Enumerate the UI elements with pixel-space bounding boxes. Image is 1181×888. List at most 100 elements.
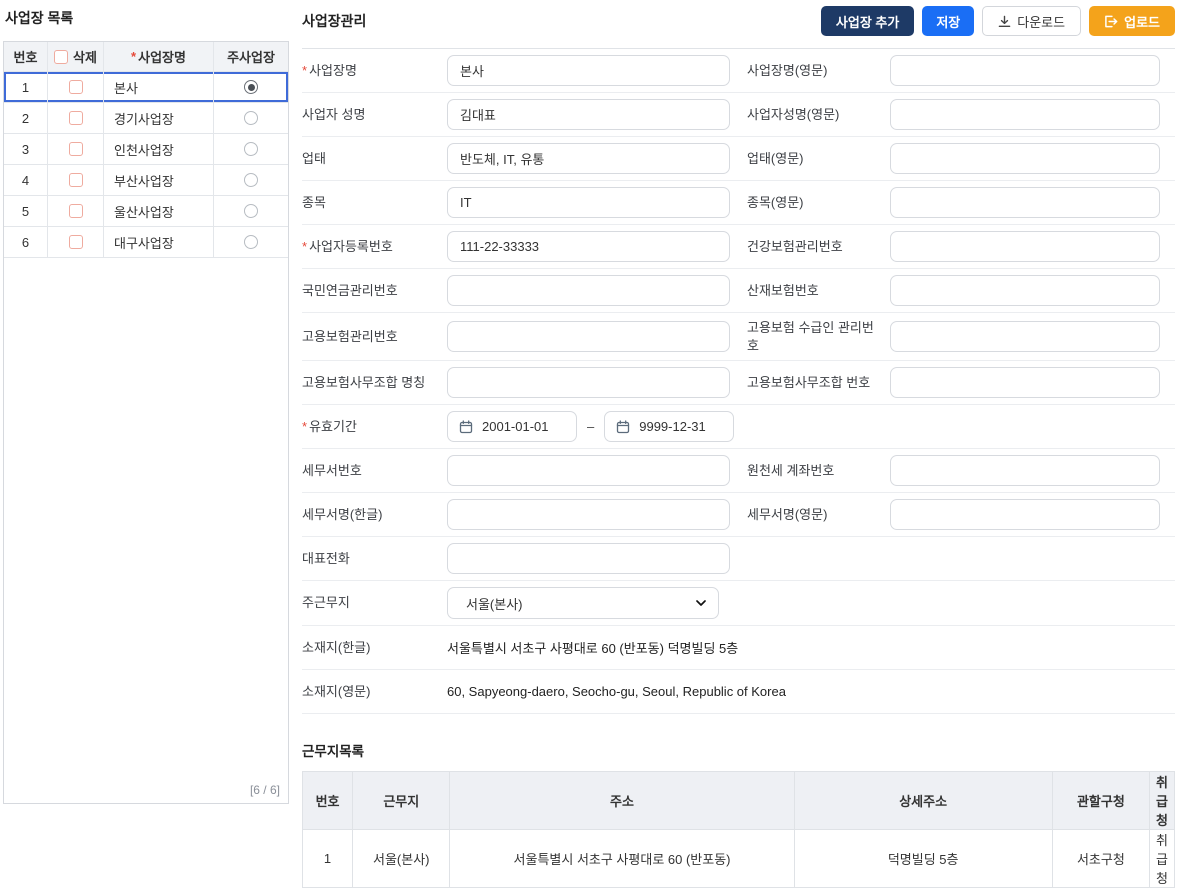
site-form: *사업장명 사업장명(영문) 사업자 성명 사업자성명(영문) 업태 업태(영문… xyxy=(302,48,1175,715)
field-label: * 유효기간 xyxy=(302,418,447,436)
business-type-input[interactable] xyxy=(447,143,730,174)
row-no: 2 xyxy=(4,103,48,133)
site-list-row[interactable]: 1 본사 xyxy=(4,72,288,103)
label-text: 세무서명(영문) xyxy=(747,506,828,522)
label-text: 소재지(한글) xyxy=(302,639,371,655)
field-label: 사업자 성명 xyxy=(302,106,447,124)
delete-checkbox[interactable] xyxy=(68,204,83,218)
employment-insurance-office-name-input[interactable] xyxy=(447,367,730,399)
upload-button-label: 업로드 xyxy=(1124,14,1160,30)
label-text: 업태 xyxy=(302,150,326,166)
employment-insurance-office-no-input[interactable] xyxy=(890,367,1160,399)
site-name-cell: 울산사업장 xyxy=(104,196,214,226)
label-text: 업태(영문) xyxy=(747,150,804,166)
add-site-button-label: 사업장 추가 xyxy=(835,14,900,30)
form-row: 대표전화 xyxy=(302,537,1175,582)
row-no: 3 xyxy=(4,134,48,164)
field-label: 건강보험관리번호 xyxy=(747,238,890,256)
site-list-box: 번호 삭제 * 사업장명 주사업장 1 본사 2 경기사업장 3 인천사업장 4… xyxy=(3,41,289,804)
workplace-row[interactable]: 1 서울(본사) 서울특별시 서초구 사평대로 60 (반포동) 덕명빌딩 5층… xyxy=(301,829,1175,888)
row-no: 6 xyxy=(4,227,48,257)
field-label: 고용보험사무조합 번호 xyxy=(747,374,890,392)
cell-handling-agency: 취급청 xyxy=(1149,829,1175,888)
tax-office-name-kr-input[interactable] xyxy=(447,499,730,531)
main-header: 사업장관리 사업장 추가 저장 다운로드 업로드 xyxy=(302,4,1175,38)
site-list-panel: 사업장 목록 번호 삭제 * 사업장명 주사업장 1 본사 2 경기사업장 3 … xyxy=(0,0,289,834)
main-site-radio[interactable] xyxy=(244,111,258,125)
tax-office-no-input[interactable] xyxy=(447,455,730,487)
main-site-radio[interactable] xyxy=(244,80,258,94)
main-site-radio[interactable] xyxy=(244,142,258,156)
field-label: 종목 xyxy=(302,194,447,212)
site-list-row[interactable]: 5 울산사업장 xyxy=(4,196,288,227)
employment-insurance-recipient-no-input[interactable] xyxy=(890,321,1160,353)
business-reg-no-input[interactable] xyxy=(447,231,730,262)
business-item-en-input[interactable] xyxy=(890,187,1160,218)
label-text: 세무서명(한글) xyxy=(302,506,383,522)
form-row: 세무서번호 원천세 계좌번호 xyxy=(302,449,1175,494)
label-text: 사업자 성명 xyxy=(302,106,366,122)
owner-name-en-input[interactable] xyxy=(890,99,1160,130)
site-name-input[interactable] xyxy=(447,55,730,86)
cell-no: 1 xyxy=(301,829,354,888)
main-workplace-select[interactable]: 서울(본사) xyxy=(447,587,719,620)
label-text: 소재지(영문) xyxy=(302,683,371,699)
owner-name-input[interactable] xyxy=(447,99,730,130)
toolbar: 사업장 추가 저장 다운로드 업로드 xyxy=(820,6,1175,36)
delete-checkbox[interactable] xyxy=(68,111,83,125)
calendar-icon xyxy=(459,419,473,433)
label-text: 사업자성명(영문) xyxy=(747,106,840,122)
accident-insurance-no-input[interactable] xyxy=(890,275,1160,306)
workplace-header-row: 번호 근무지 주소 상세주소 관할구청 취급청 xyxy=(301,771,1175,831)
site-list-title: 사업장 목록 xyxy=(5,10,74,26)
main-phone-input[interactable] xyxy=(447,543,730,575)
field-label: 세무서명(한글) xyxy=(302,506,447,524)
site-name-cell: 부산사업장 xyxy=(104,165,214,195)
site-list-row[interactable]: 2 경기사업장 xyxy=(4,103,288,134)
field-label: 고용보험사무조합 명칭 xyxy=(302,374,447,392)
label-text: 종목 xyxy=(302,194,326,210)
business-type-en-input[interactable] xyxy=(890,143,1160,174)
select-all-checkbox[interactable] xyxy=(54,49,69,64)
label-text: 건강보험관리번호 xyxy=(747,238,843,254)
main-site-radio[interactable] xyxy=(244,173,258,187)
upload-button[interactable]: 업로드 xyxy=(1089,6,1175,36)
valid-start-date-field[interactable]: 2001-01-01 xyxy=(447,411,577,443)
main-site-radio[interactable] xyxy=(244,204,258,218)
label-text: 세무서번호 xyxy=(302,462,362,478)
field-label: 고용보험관리번호 xyxy=(302,328,447,346)
delete-checkbox[interactable] xyxy=(68,173,83,187)
field-label: 원천세 계좌번호 xyxy=(747,462,890,480)
chevron-down-icon xyxy=(696,599,706,606)
workplace-section: 근무지목록 번호 근무지 주소 상세주소 관할구청 취급청 1 서울(본사) 서… xyxy=(301,740,1175,888)
delete-header-label: 삭제 xyxy=(73,50,97,65)
site-manage-panel: 사업장관리 사업장 추가 저장 다운로드 업로드 * 사업장명 본사 사업장명(… xyxy=(289,0,1181,888)
label-text: 사업자등록번호 xyxy=(309,238,393,254)
end-date-value: 9999-12-31 xyxy=(639,419,706,435)
site-name-cell: 인천사업장 xyxy=(104,134,214,164)
valid-end-date-field[interactable]: 9999-12-31 xyxy=(604,411,735,443)
form-row: 국민연금관리번호 산재보험번호 xyxy=(302,269,1175,313)
health-insurance-no-input[interactable] xyxy=(890,231,1160,262)
tax-office-name-en-input[interactable] xyxy=(890,499,1160,531)
pension-no-input[interactable] xyxy=(447,275,730,306)
form-row: 소재지(한글) 서울특별시 서초구 사평대로 60 (반포동) 덕명빌딩 5층 xyxy=(302,626,1175,671)
main-site-radio[interactable] xyxy=(244,235,258,249)
field-label: 사업자성명(영문) xyxy=(747,106,890,124)
site-list-row[interactable]: 4 부산사업장 xyxy=(4,165,288,196)
site-name-en-input[interactable] xyxy=(890,55,1160,86)
field-label: * 사업장명 xyxy=(302,62,447,80)
site-list-row[interactable]: 3 인천사업장 xyxy=(4,134,288,165)
site-list-row[interactable]: 6 대구사업장 xyxy=(4,227,288,258)
address-kr-text: 서울특별시 서초구 사평대로 60 (반포동) 덕명빌딩 5층 xyxy=(447,641,739,657)
save-button[interactable]: 저장 xyxy=(922,6,975,36)
delete-checkbox[interactable] xyxy=(68,235,83,249)
withholding-account-input[interactable] xyxy=(890,455,1160,487)
delete-checkbox[interactable] xyxy=(68,142,83,156)
add-site-button[interactable]: 사업장 추가 xyxy=(820,6,915,36)
business-item-input[interactable] xyxy=(447,187,730,218)
col-header-district-office: 관할구청 xyxy=(1051,771,1151,831)
delete-checkbox[interactable] xyxy=(68,80,83,94)
employment-insurance-no-input[interactable] xyxy=(447,321,730,353)
download-button[interactable]: 다운로드 xyxy=(982,6,1082,36)
